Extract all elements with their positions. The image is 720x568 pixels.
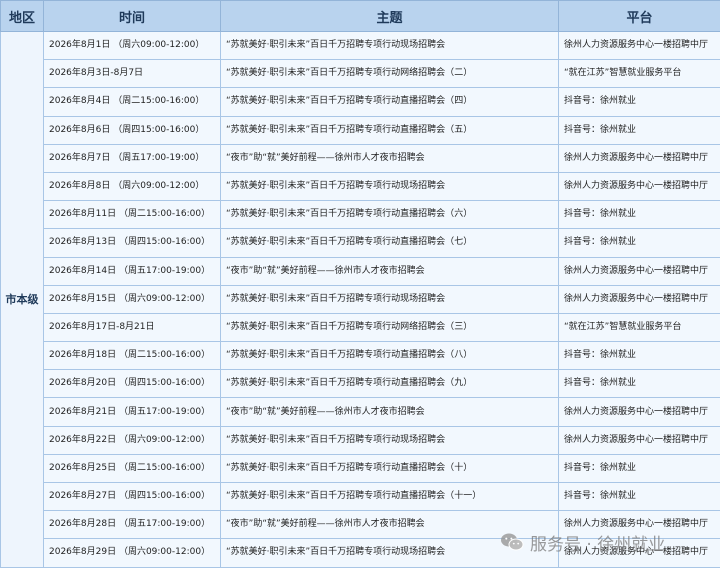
- platform-cell: 抖音号：徐州就业: [559, 342, 720, 370]
- table-row: 2026年8月6日 （周四15:00-16:00）“苏就美好·职引未来”百日千万…: [1, 116, 720, 144]
- platform-cell: 徐州人力资源服务中心一楼招聘中厅: [559, 172, 720, 200]
- table-row: 2026年8月8日 （周六09:00-12:00）“苏就美好·职引未来”百日千万…: [1, 172, 720, 200]
- platform-cell: “就在江苏”智慧就业服务平台: [559, 60, 720, 88]
- table-body: 市本级2026年8月1日 （周六09:00-12:00）“苏就美好·职引未来”百…: [1, 32, 720, 568]
- platform-cell: 徐州人力资源服务中心一楼招聘中厅: [559, 285, 720, 313]
- platform-cell: 抖音号：徐州就业: [559, 116, 720, 144]
- table-row: 2026年8月25日 （周二15:00-16:00）“苏就美好·职引未来”百日千…: [1, 454, 720, 482]
- topic-cell: “夜市”助“就”美好前程——徐州市人才夜市招聘会: [221, 144, 559, 172]
- wechat-icon: [500, 532, 524, 552]
- time-cell: 2026年8月20日 （周四15:00-16:00）: [44, 370, 221, 398]
- topic-cell: “苏就美好·职引未来”百日千万招聘专项行动直播招聘会（九）: [221, 370, 559, 398]
- time-cell: 2026年8月27日 （周四15:00-16:00）: [44, 483, 221, 511]
- topic-cell: “苏就美好·职引未来”百日千万招聘专项行动直播招聘会（五）: [221, 116, 559, 144]
- topic-cell: “苏就美好·职引未来”百日千万招聘专项行动直播招聘会（十）: [221, 454, 559, 482]
- time-cell: 2026年8月18日 （周二15:00-16:00）: [44, 342, 221, 370]
- platform-cell: 抖音号：徐州就业: [559, 454, 720, 482]
- header-time: 时间: [44, 1, 221, 32]
- region-cell: 市本级: [1, 32, 44, 568]
- platform-cell: 抖音号：徐州就业: [559, 229, 720, 257]
- time-cell: 2026年8月8日 （周六09:00-12:00）: [44, 172, 221, 200]
- topic-cell: “苏就美好·职引未来”百日千万招聘专项行动直播招聘会（六）: [221, 201, 559, 229]
- platform-cell: 徐州人力资源服务中心一楼招聘中厅: [559, 398, 720, 426]
- topic-cell: “苏就美好·职引未来”百日千万招聘专项行动现场招聘会: [221, 426, 559, 454]
- platform-cell: “就在江苏”智慧就业服务平台: [559, 313, 720, 341]
- time-cell: 2026年8月21日 （周五17:00-19:00）: [44, 398, 221, 426]
- header-region: 地区: [1, 1, 44, 32]
- table-row: 2026年8月3日-8月7日“苏就美好·职引未来”百日千万招聘专项行动网络招聘会…: [1, 60, 720, 88]
- platform-cell: 徐州人力资源服务中心一楼招聘中厅: [559, 32, 720, 60]
- topic-cell: “苏就美好·职引未来”百日千万招聘专项行动直播招聘会（十一）: [221, 483, 559, 511]
- header-row: 地区 时间 主题 平台: [1, 1, 720, 32]
- time-cell: 2026年8月29日 （周六09:00-12:00）: [44, 539, 221, 567]
- platform-cell: 抖音号：徐州就业: [559, 370, 720, 398]
- time-cell: 2026年8月1日 （周六09:00-12:00）: [44, 32, 221, 60]
- time-cell: 2026年8月3日-8月7日: [44, 60, 221, 88]
- time-cell: 2026年8月6日 （周四15:00-16:00）: [44, 116, 221, 144]
- time-cell: 2026年8月28日 （周五17:00-19:00）: [44, 511, 221, 539]
- table-row: 2026年8月21日 （周五17:00-19:00）“夜市”助“就”美好前程——…: [1, 398, 720, 426]
- table-row: 2026年8月4日 （周二15:00-16:00）“苏就美好·职引未来”百日千万…: [1, 88, 720, 116]
- table-row: 2026年8月20日 （周四15:00-16:00）“苏就美好·职引未来”百日千…: [1, 370, 720, 398]
- table-row: 市本级2026年8月1日 （周六09:00-12:00）“苏就美好·职引未来”百…: [1, 32, 720, 60]
- platform-cell: 徐州人力资源服务中心一楼招聘中厅: [559, 426, 720, 454]
- table-row: 2026年8月7日 （周五17:00-19:00）“夜市”助“就”美好前程——徐…: [1, 144, 720, 172]
- time-cell: 2026年8月25日 （周二15:00-16:00）: [44, 454, 221, 482]
- topic-cell: “苏就美好·职引未来”百日千万招聘专项行动直播招聘会（四）: [221, 88, 559, 116]
- table-row: 2026年8月27日 （周四15:00-16:00）“苏就美好·职引未来”百日千…: [1, 483, 720, 511]
- topic-cell: “夜市”助“就”美好前程——徐州市人才夜市招聘会: [221, 398, 559, 426]
- time-cell: 2026年8月14日 （周五17:00-19:00）: [44, 257, 221, 285]
- time-cell: 2026年8月13日 （周四15:00-16:00）: [44, 229, 221, 257]
- topic-cell: “夜市”助“就”美好前程——徐州市人才夜市招聘会: [221, 257, 559, 285]
- topic-cell: “苏就美好·职引未来”百日千万招聘专项行动网络招聘会（二）: [221, 60, 559, 88]
- table-row: 2026年8月18日 （周二15:00-16:00）“苏就美好·职引未来”百日千…: [1, 342, 720, 370]
- time-cell: 2026年8月17日-8月21日: [44, 313, 221, 341]
- time-cell: 2026年8月15日 （周六09:00-12:00）: [44, 285, 221, 313]
- time-cell: 2026年8月11日 （周二15:00-16:00）: [44, 201, 221, 229]
- table-row: 2026年8月15日 （周六09:00-12:00）“苏就美好·职引未来”百日千…: [1, 285, 720, 313]
- table-row: 2026年8月11日 （周二15:00-16:00）“苏就美好·职引未来”百日千…: [1, 201, 720, 229]
- schedule-table: 地区 时间 主题 平台 市本级2026年8月1日 （周六09:00-12:00）…: [0, 0, 720, 568]
- watermark: 服务号 · 徐州就业: [500, 528, 665, 556]
- platform-cell: 徐州人力资源服务中心一楼招聘中厅: [559, 144, 720, 172]
- topic-cell: “苏就美好·职引未来”百日千万招聘专项行动现场招聘会: [221, 172, 559, 200]
- header-topic: 主题: [221, 1, 559, 32]
- platform-cell: 抖音号：徐州就业: [559, 483, 720, 511]
- topic-cell: “苏就美好·职引未来”百日千万招聘专项行动直播招聘会（七）: [221, 229, 559, 257]
- table-row: 2026年8月13日 （周四15:00-16:00）“苏就美好·职引未来”百日千…: [1, 229, 720, 257]
- watermark-text: 服务号 · 徐州就业: [530, 530, 665, 555]
- platform-cell: 抖音号：徐州就业: [559, 201, 720, 229]
- topic-cell: “苏就美好·职引未来”百日千万招聘专项行动现场招聘会: [221, 285, 559, 313]
- platform-cell: 抖音号：徐州就业: [559, 88, 720, 116]
- topic-cell: “苏就美好·职引未来”百日千万招聘专项行动直播招聘会（八）: [221, 342, 559, 370]
- time-cell: 2026年8月7日 （周五17:00-19:00）: [44, 144, 221, 172]
- topic-cell: “苏就美好·职引未来”百日千万招聘专项行动现场招聘会: [221, 32, 559, 60]
- topic-cell: “苏就美好·职引未来”百日千万招聘专项行动网络招聘会（三）: [221, 313, 559, 341]
- table-row: 2026年8月17日-8月21日“苏就美好·职引未来”百日千万招聘专项行动网络招…: [1, 313, 720, 341]
- time-cell: 2026年8月4日 （周二15:00-16:00）: [44, 88, 221, 116]
- platform-cell: 徐州人力资源服务中心一楼招聘中厅: [559, 257, 720, 285]
- table-row: 2026年8月14日 （周五17:00-19:00）“夜市”助“就”美好前程——…: [1, 257, 720, 285]
- time-cell: 2026年8月22日 （周六09:00-12:00）: [44, 426, 221, 454]
- table-row: 2026年8月22日 （周六09:00-12:00）“苏就美好·职引未来”百日千…: [1, 426, 720, 454]
- header-platform: 平台: [559, 1, 720, 32]
